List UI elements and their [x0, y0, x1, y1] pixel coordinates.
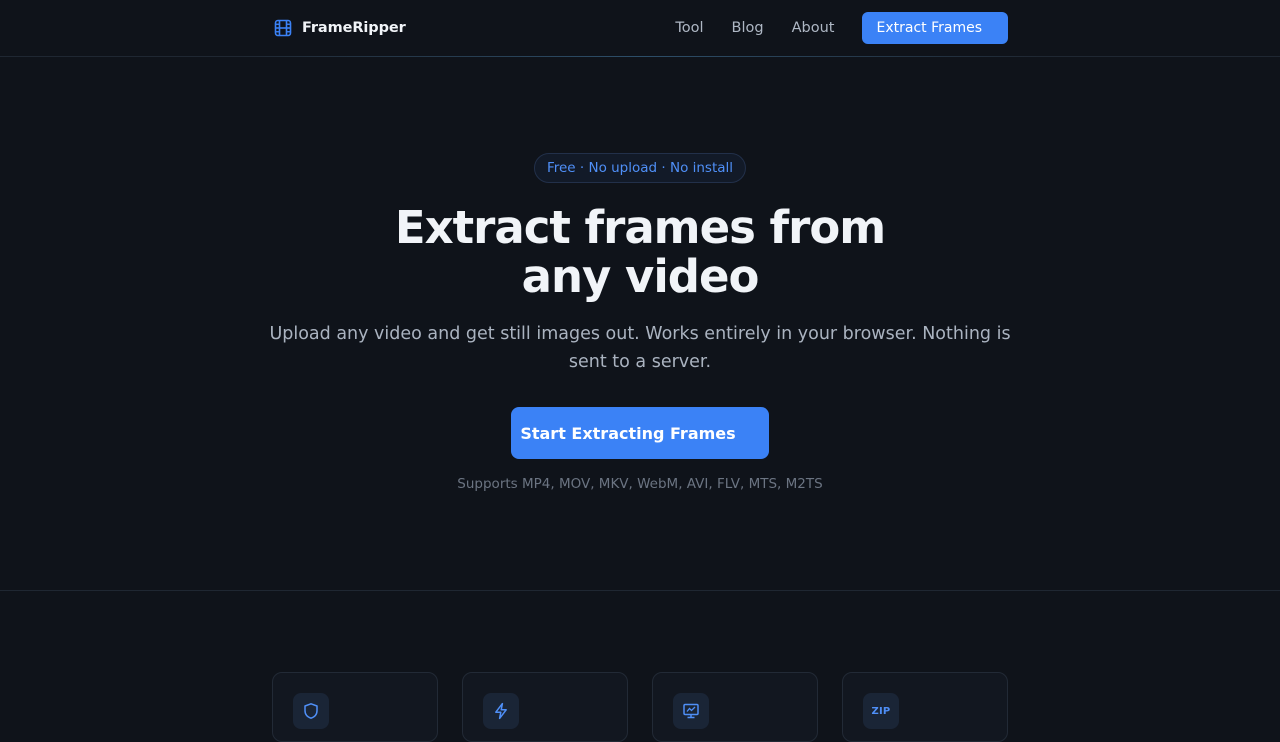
brand-logo-link[interactable]: FrameRipper	[274, 18, 406, 38]
hero-section: Free · No upload · No install Extract fr…	[0, 57, 1280, 591]
feature-card-zip: ZIP	[842, 672, 1008, 742]
shield-icon	[293, 693, 329, 729]
hero-subtext: Upload any video and get still images ou…	[269, 324, 1011, 372]
features-section: ZIP	[272, 672, 1008, 742]
nav-link-tool[interactable]: Tool	[675, 20, 703, 36]
nav-link-blog[interactable]: Blog	[732, 20, 764, 36]
supported-formats-text: Supports MP4, MOV, MKV, WebM, AVI, FLV, …	[457, 476, 823, 492]
top-navbar: FrameRipper Tool Blog About Extract Fram…	[0, 0, 1280, 57]
extract-frames-button[interactable]: Extract Frames	[862, 12, 1008, 44]
zip-icon-label: ZIP	[871, 705, 891, 717]
headline-line-1: Extract frames from	[394, 201, 886, 254]
hero-headline: Extract frames from any video	[0, 203, 1280, 301]
film-icon	[274, 19, 292, 37]
nav-links: Tool Blog About Extract Frames	[675, 12, 1008, 44]
feature-pill-badge: Free · No upload · No install	[533, 153, 747, 183]
brand-name: FrameRipper	[302, 20, 406, 36]
start-extracting-button[interactable]: Start Extracting Frames	[511, 407, 769, 459]
lightning-icon	[483, 693, 519, 729]
feature-card-privacy	[272, 672, 438, 742]
monitor-icon	[673, 693, 709, 729]
zip-icon: ZIP	[863, 693, 899, 729]
headline-line-2: any video	[521, 250, 760, 303]
feature-card-speed	[462, 672, 628, 742]
nav-link-about[interactable]: About	[792, 20, 835, 36]
feature-card-browser	[652, 672, 818, 742]
